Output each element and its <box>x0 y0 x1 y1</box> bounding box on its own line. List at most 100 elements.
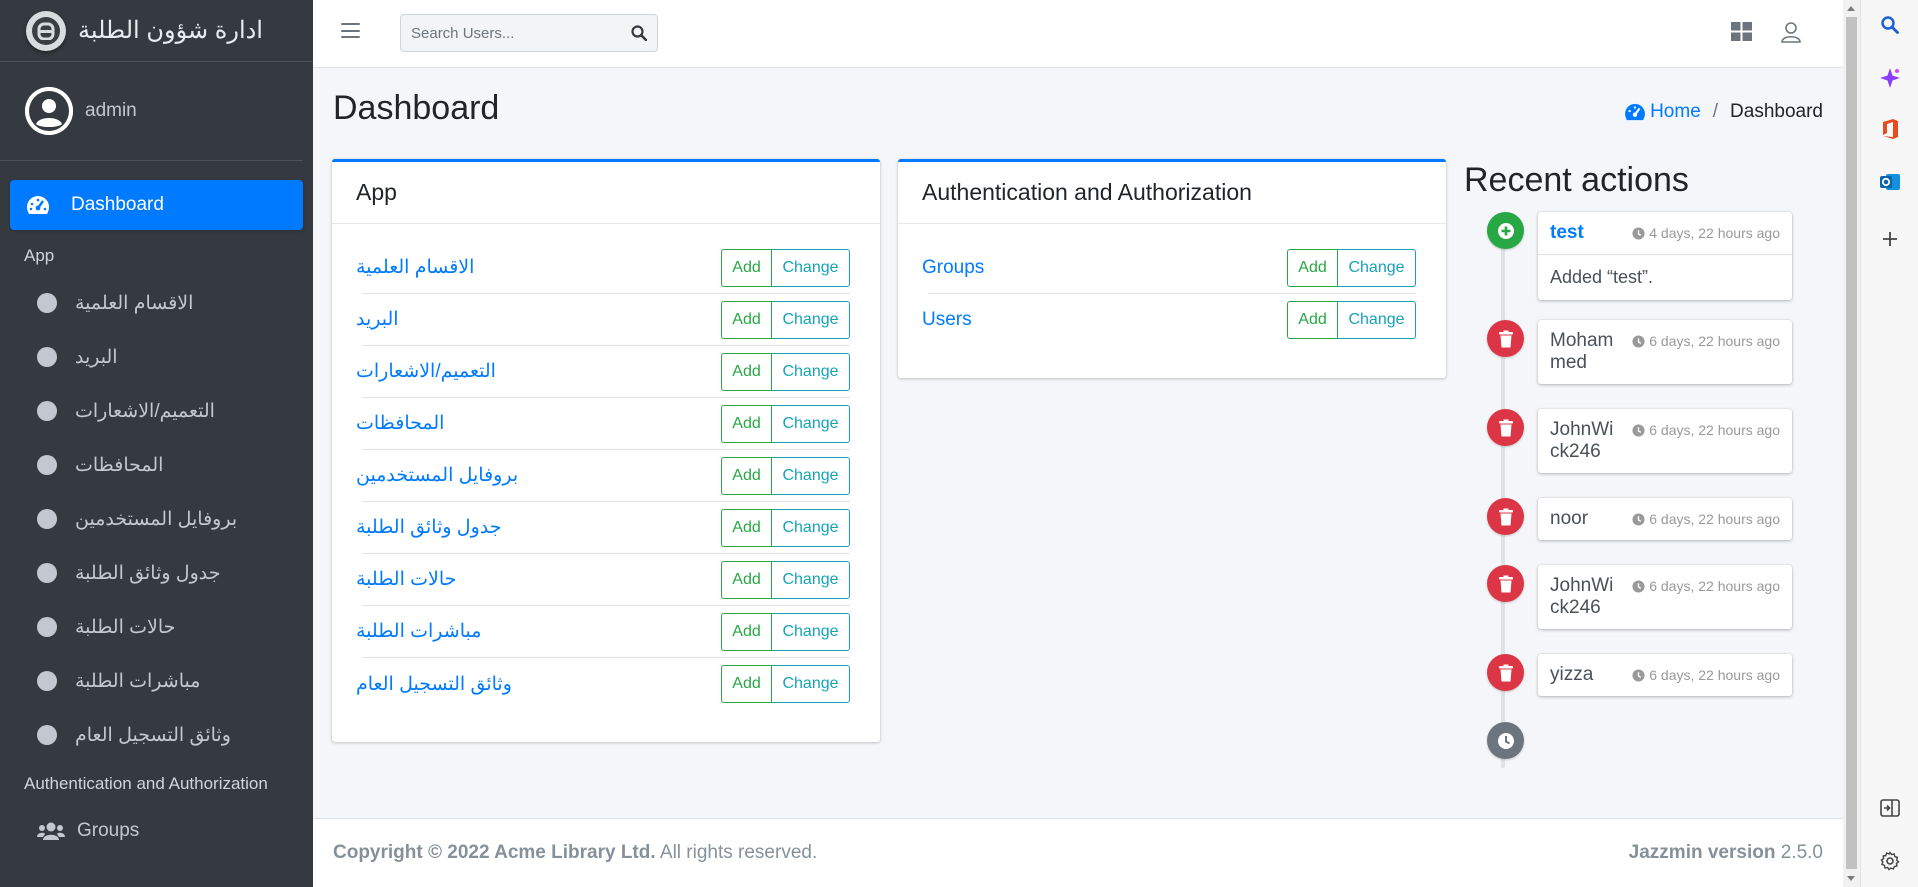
recent-action-name: yizza <box>1550 664 1594 685</box>
recent-action-name: JohnWick246 <box>1550 419 1614 462</box>
model-row: التعميم/الاشعارات Add Change <box>356 346 850 398</box>
model-link[interactable]: وثائق التسجيل العام <box>356 673 512 696</box>
recent-action-link[interactable]: test <box>1550 222 1584 244</box>
footer-version: Jazzmin version 2.5.0 <box>1629 842 1823 864</box>
sidebar-item-app-model[interactable]: وثائق التسجيل العام <box>10 708 303 762</box>
recent-action-message: Added “test”. <box>1538 254 1792 300</box>
office-icon[interactable] <box>1879 118 1901 140</box>
sidebar-item-app-model[interactable]: الاقسام العلمية <box>10 276 303 330</box>
recent-action-name: noor <box>1550 508 1589 529</box>
vertical-scrollbar[interactable] <box>1843 0 1860 887</box>
model-link[interactable]: بروفايل المستخدمين <box>356 464 518 487</box>
recent-actions-timeline: test 4 days, 22 hours ago Added “test”. … <box>1464 212 1794 852</box>
model-row: وثائق التسجيل العام Add Change <box>356 658 850 710</box>
footer-copyright: Copyright © 2022 Acme Library Ltd. All r… <box>333 842 817 864</box>
circle-icon <box>37 563 57 583</box>
model-link[interactable]: البريد <box>356 308 399 331</box>
add-button[interactable]: Add <box>721 248 772 287</box>
change-button[interactable]: Change <box>772 612 850 651</box>
clock-icon <box>1487 722 1524 759</box>
model-link[interactable]: Groups <box>922 257 984 279</box>
circle-icon <box>37 293 57 313</box>
plus-circle-icon <box>1487 212 1524 249</box>
sidebar-item-app-model[interactable]: التعميم/الاشعارات <box>10 384 303 438</box>
sidebar-item-label: المحافظات <box>75 454 164 476</box>
user-menu-icon[interactable] <box>1781 22 1801 48</box>
model-link[interactable]: حالات الطلبة <box>356 568 456 591</box>
add-button[interactable]: Add <box>721 300 772 339</box>
outlook-icon[interactable] <box>1879 171 1901 193</box>
model-row: المحافظات Add Change <box>356 398 850 450</box>
add-button[interactable]: Add <box>721 612 772 651</box>
settings-gear-icon[interactable] <box>1879 850 1901 872</box>
model-link[interactable]: المحافظات <box>356 412 444 435</box>
circle-icon <box>37 725 57 745</box>
add-button[interactable]: Add <box>721 404 772 443</box>
timestamp-text: 6 days, 22 hours ago <box>1649 578 1780 594</box>
apps-grid-icon[interactable] <box>1731 22 1752 46</box>
recent-action-item: test 4 days, 22 hours ago Added “test”. <box>1538 212 1792 300</box>
panel-toggle-icon[interactable] <box>1879 797 1901 819</box>
add-icon[interactable] <box>1879 228 1901 250</box>
change-button[interactable]: Change <box>772 560 850 599</box>
sidebar-item-app-model[interactable]: حالات الطلبة <box>10 600 303 654</box>
trash-icon <box>1487 498 1524 535</box>
scroll-down-arrow-icon[interactable] <box>1847 876 1855 881</box>
change-button[interactable]: Change <box>772 248 850 287</box>
scrollbar-thumb[interactable] <box>1846 17 1857 869</box>
sidebar-item-groups[interactable]: Groups <box>10 804 303 858</box>
add-button[interactable]: Add <box>1287 301 1338 339</box>
user-panel[interactable]: admin <box>0 62 303 161</box>
change-button[interactable]: Change <box>772 300 850 339</box>
sidebar: ادارة شؤون الطلبة admin Dashboard App ال… <box>0 0 313 887</box>
sidebar-header-app: App <box>24 246 55 265</box>
clock-icon <box>1632 668 1645 682</box>
add-button[interactable]: Add <box>721 456 772 495</box>
trash-icon <box>1487 409 1524 446</box>
add-button[interactable]: Add <box>1287 248 1338 287</box>
model-link[interactable]: Users <box>922 309 972 331</box>
scroll-up-arrow-icon[interactable] <box>1847 6 1855 11</box>
model-link[interactable]: الاقسام العلمية <box>356 256 474 279</box>
brand-link[interactable]: ادارة شؤون الطلبة <box>0 0 313 62</box>
menu-toggle-icon[interactable] <box>341 23 360 38</box>
add-button[interactable]: Add <box>721 352 772 391</box>
sidebar-item-app-model[interactable]: بروفايل المستخدمين <box>10 492 303 546</box>
copilot-sparkle-icon[interactable] <box>1879 67 1901 89</box>
model-row: جدول وثائق الطلبة Add Change <box>356 502 850 554</box>
breadcrumb-separator: / <box>1712 101 1719 122</box>
sidebar-app-list: الاقسام العلمية البريد التعميم/الاشعارات… <box>10 276 303 762</box>
change-button[interactable]: Change <box>772 404 850 443</box>
users-icon <box>37 821 65 841</box>
add-button[interactable]: Add <box>721 508 772 547</box>
change-button[interactable]: Change <box>772 352 850 391</box>
version-label: Jazzmin version <box>1628 842 1776 863</box>
app-model-list: الاقسام العلمية Add Change البريد Add Change… <box>332 224 880 710</box>
model-row: بروفايل المستخدمين Add Change <box>356 450 850 502</box>
search-icon[interactable] <box>621 15 657 51</box>
model-link[interactable]: مباشرات الطلبة <box>356 620 481 643</box>
recent-action-name: Mohammed <box>1550 330 1614 373</box>
add-button[interactable]: Add <box>721 560 772 599</box>
change-button[interactable]: Change <box>772 456 850 495</box>
sidebar-item-app-model[interactable]: البريد <box>10 330 303 384</box>
sidebar-item-app-model[interactable]: مباشرات الطلبة <box>10 654 303 708</box>
sidebar-item-app-model[interactable]: المحافظات <box>10 438 303 492</box>
change-button[interactable]: Change <box>772 665 850 703</box>
model-link[interactable]: جدول وثائق الطلبة <box>356 516 502 539</box>
search-icon[interactable] <box>1879 14 1901 36</box>
add-button[interactable]: Add <box>721 665 772 703</box>
model-link[interactable]: التعميم/الاشعارات <box>356 360 496 383</box>
clock-icon <box>1632 579 1645 593</box>
sidebar-item-dashboard[interactable]: Dashboard <box>10 180 303 230</box>
change-button[interactable]: Change <box>772 508 850 547</box>
recent-action-item: noor 6 days, 22 hours ago <box>1538 498 1792 540</box>
search-input[interactable] <box>401 24 621 42</box>
breadcrumb-home-link[interactable]: Home <box>1624 101 1701 123</box>
timestamp: 6 days, 22 hours ago <box>1632 330 1780 349</box>
model-row: حالات الطلبة Add Change <box>356 554 850 606</box>
recent-action-item: Mohammed 6 days, 22 hours ago <box>1538 320 1792 384</box>
change-button[interactable]: Change <box>1338 301 1416 339</box>
change-button[interactable]: Change <box>1338 248 1416 287</box>
sidebar-item-app-model[interactable]: جدول وثائق الطلبة <box>10 546 303 600</box>
